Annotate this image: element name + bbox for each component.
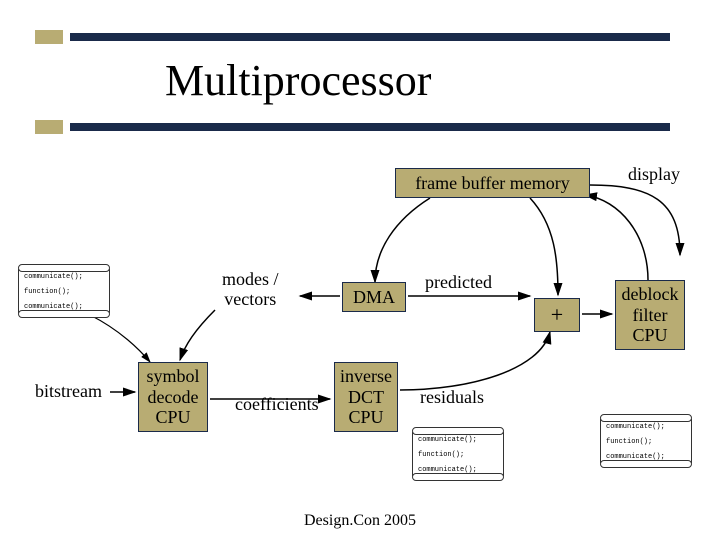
decorative-bar (35, 30, 63, 44)
scroll-line: communicate(); (606, 453, 686, 462)
scroll-line: communicate(); (606, 423, 686, 432)
slide-title: Multiprocessor (165, 55, 431, 106)
scroll-line: function(); (418, 451, 498, 460)
predicted-label: predicted (425, 273, 492, 293)
frame-buffer-block: frame buffer memory (395, 168, 590, 198)
residuals-label: residuals (420, 388, 484, 408)
display-label: display (628, 165, 680, 185)
code-scroll-right: communicate(); function(); communicate()… (600, 415, 692, 467)
scroll-line: communicate(); (418, 436, 498, 445)
code-scroll-left: communicate(); function(); communicate()… (18, 265, 110, 317)
decorative-bar (70, 123, 670, 131)
bitstream-label: bitstream (35, 382, 102, 402)
adder-block: + (534, 298, 580, 332)
scroll-line: function(); (606, 438, 686, 447)
scroll-line: communicate(); (24, 303, 104, 312)
inverse-dct-block: inverse DCT CPU (334, 362, 398, 432)
scroll-line: communicate(); (418, 466, 498, 475)
modes-vectors-label: modes / vectors (222, 270, 279, 310)
deblock-block: deblock filter CPU (615, 280, 685, 350)
slide-footer: Design.Con 2005 (0, 512, 720, 530)
dma-block: DMA (342, 282, 406, 312)
scroll-line: communicate(); (24, 273, 104, 282)
symbol-decode-block: symbol decode CPU (138, 362, 208, 432)
decorative-bar (70, 33, 670, 41)
code-scroll-middle: communicate(); function(); communicate()… (412, 428, 504, 480)
coefficients-label: coefficients (235, 395, 319, 415)
scroll-line: function(); (24, 288, 104, 297)
decorative-bar (35, 120, 63, 134)
